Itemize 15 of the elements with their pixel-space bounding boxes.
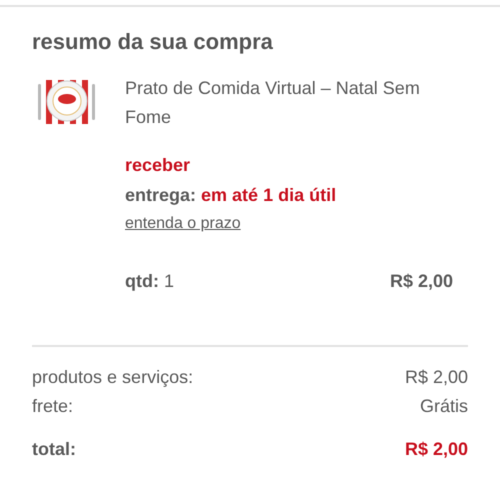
quantity-value: 1 — [164, 270, 174, 291]
total-value: R$ 2,00 — [404, 438, 468, 461]
item-price: R$ 2,00 — [390, 270, 453, 293]
summary-value: Grátis — [420, 394, 468, 418]
summary-label: produtos e serviços: — [32, 366, 194, 389]
summary-value: R$ 2,00 — [404, 366, 468, 389]
deadline-link[interactable]: entenda o prazo — [125, 212, 241, 236]
status-text: receber — [125, 154, 192, 177]
section-title: resumo da sua compra — [32, 28, 274, 56]
delivery-label: entrega: — [125, 184, 196, 205]
delivery-time: em até 1 dia útil — [201, 184, 336, 205]
total-label: total: — [32, 438, 76, 461]
summary-label: frete: — [32, 394, 74, 418]
product-name: Prato de Comida Virtual – Natal Sem Fome — [125, 76, 421, 129]
quantity-label: qtd: — [125, 270, 159, 291]
